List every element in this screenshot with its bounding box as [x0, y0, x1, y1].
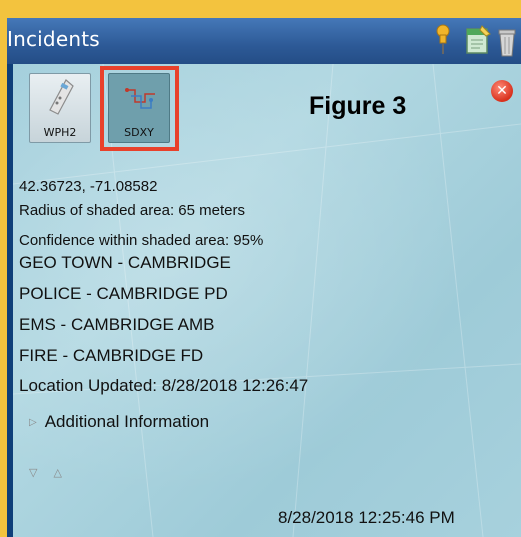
footer-timestamp: 8/28/2018 12:25:46 PM — [278, 508, 455, 527]
geo-town: GEO TOWN - CAMBRIDGE — [19, 253, 231, 272]
figure-label: Figure 3 — [309, 92, 407, 120]
tab-wph2[interactable]: WPH2 — [29, 73, 91, 143]
up-arrow-icon[interactable]: △ — [53, 466, 61, 479]
title-bar: Incidents — [7, 18, 521, 64]
additional-information-expander[interactable]: ▷ Additional Information — [29, 412, 209, 432]
expand-triangle-icon: ▷ — [29, 417, 37, 428]
coordinates: 42.36723, -71.08582 — [19, 178, 158, 195]
phone-icon — [46, 78, 76, 122]
confidence-text: Confidence within shaded area: 95% — [19, 232, 264, 249]
window-title: Incidents — [7, 27, 100, 51]
radius-text: Radius of shaded area: 65 meters — [19, 202, 245, 219]
close-icon[interactable]: ✕ — [491, 80, 513, 102]
ems-agency: EMS - CAMBRIDGE AMB — [19, 315, 215, 334]
trash-icon[interactable] — [497, 24, 517, 62]
incidents-window: Incidents WPH2 SDXY Figure 3 ✕ 42.36723,… — [7, 18, 521, 537]
location-updated: Location Updated: 8/28/2018 12:26:47 — [19, 376, 309, 395]
notes-icon[interactable] — [464, 24, 492, 60]
additional-information-label: Additional Information — [44, 412, 210, 431]
police-agency: POLICE - CAMBRIDGE PD — [19, 284, 228, 303]
tab-wph2-label: WPH2 — [43, 126, 77, 139]
incident-details-panel: WPH2 SDXY Figure 3 ✕ 42.36723, -71.08582… — [13, 64, 521, 537]
pin-icon[interactable] — [434, 24, 452, 60]
scroll-arrows: ▽ △ — [29, 466, 78, 479]
down-arrow-icon[interactable]: ▽ — [29, 466, 37, 479]
fire-agency: FIRE - CAMBRIDGE FD — [19, 346, 204, 365]
highlight-box — [100, 66, 179, 151]
